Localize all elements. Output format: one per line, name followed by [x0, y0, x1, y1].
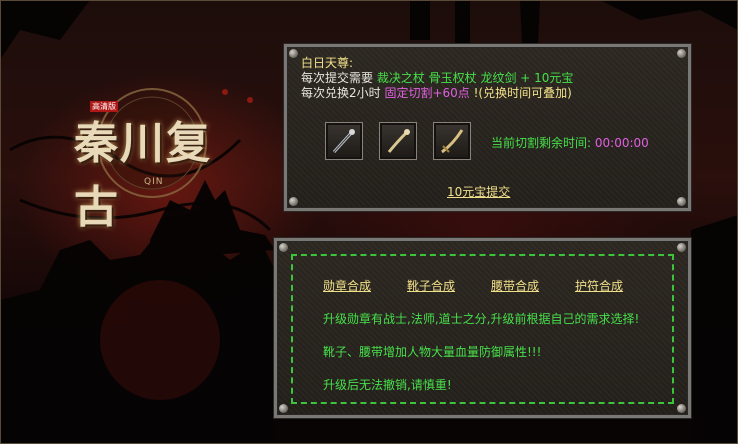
requirement-items: 裁决之杖 骨玉权杖 龙纹剑 + 10元宝: [376, 71, 574, 85]
tab-boots-synthesis[interactable]: 靴子合成: [407, 277, 455, 294]
sword-icon: [441, 129, 464, 154]
info-line-medal: 升级勋章有战士,法师,道士之分,升级前根据自己的需求选择!: [323, 312, 640, 326]
requirement-line: 每次提交需要 裁决之杖 骨玉权杖 龙纹剑 + 10元宝: [301, 71, 573, 86]
submit-button[interactable]: 10元宝提交: [447, 183, 510, 200]
tab-medal-synthesis[interactable]: 勋章合成: [323, 277, 371, 294]
duration-suffix: !(兑换时间可叠加): [473, 86, 572, 100]
item-slot-sword[interactable]: [433, 122, 471, 160]
item-slot-staff[interactable]: [325, 122, 363, 160]
exchange-heading: 白日天尊:: [301, 56, 354, 70]
scepter-icon: [387, 129, 410, 153]
tab-amulet-synthesis[interactable]: 护符合成: [575, 277, 623, 294]
rivet-icon: [279, 404, 288, 413]
duration-prefix: 每次兑换2小时: [301, 86, 381, 100]
timer-label: 当前切割剩余时间:: [491, 136, 592, 150]
tab-belt-synthesis[interactable]: 腰带合成: [491, 277, 539, 294]
timer-value: 00:00:00: [594, 136, 649, 150]
timer-line: 当前切割剩余时间: 00:00:00: [491, 136, 649, 151]
exchange-duration-line: 每次兑换2小时 固定切割+60点 !(兑换时间可叠加): [301, 86, 572, 101]
requirement-prefix: 每次提交需要: [301, 71, 374, 85]
rivet-icon: [289, 49, 298, 58]
info-line-warning: 升级后无法撤销,请慎重!: [323, 378, 452, 392]
duration-highlight: 固定切割+60点: [384, 86, 470, 100]
info-line-boots-belt: 靴子、腰带增加人物大量血量防御属性!!!: [323, 345, 542, 359]
rivet-icon: [677, 49, 686, 58]
synthesis-panel: 勋章合成 靴子合成 腰带合成 护符合成 升级勋章有战士,法师,道士之分,升级前根…: [274, 238, 691, 418]
exchange-panel: 白日天尊: 每次提交需要 裁决之杖 骨玉权杖 龙纹剑 + 10元宝 每次兑换2小…: [284, 44, 691, 211]
staff-icon: [332, 129, 355, 154]
rivet-icon: [289, 197, 298, 206]
rivet-icon: [677, 243, 686, 252]
rivet-icon: [279, 243, 288, 252]
rivet-icon: [677, 404, 686, 413]
item-slot-scepter[interactable]: [379, 122, 417, 160]
rivet-icon: [677, 197, 686, 206]
